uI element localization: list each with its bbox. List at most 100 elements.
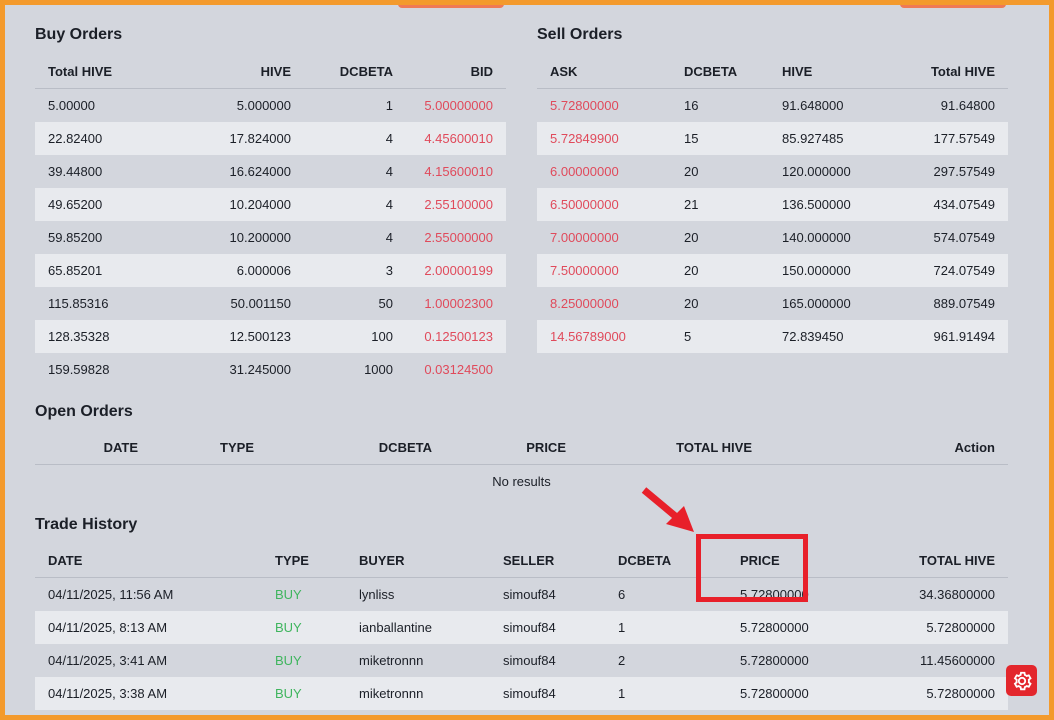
dcbeta-cell: 1: [385, 98, 393, 113]
bid-cell: 2.55100000: [424, 197, 493, 212]
buyer-cell: miketronnn: [359, 653, 424, 668]
bid-cell: 5.00000000: [424, 98, 493, 113]
hive-cell: 150.000000: [782, 263, 851, 278]
date-cell: 04/11/2025, 8:13 AM: [48, 620, 168, 635]
buy-orders-title: Buy Orders: [35, 26, 123, 43]
bid-cell: 0.12500123: [424, 329, 493, 344]
sell-orders-title: Sell Orders: [537, 26, 623, 43]
dcbeta-cell: 16: [684, 98, 699, 113]
table-row[interactable]: 59.85200 10.200000 4 2.55000000: [35, 221, 506, 254]
table-row[interactable]: 04/11/2025, 11:56 AM BUY lynliss simouf84 6 5…: [35, 578, 1008, 612]
table-row[interactable]: 7.50000000 20 150.000000 724.07549: [537, 254, 1008, 287]
price-cell: 5.72800000: [740, 686, 809, 701]
bid-cell: 2.00000199: [424, 263, 493, 278]
exchange-panel: Buy Orders Total HIVE HIVE DCBETA BID 5.…: [5, 5, 1049, 715]
hive-cell: 12.500123: [229, 329, 291, 344]
type-cell: BUY: [275, 587, 302, 602]
table-row[interactable]: 22.82400 17.824000 4 4.45600010: [35, 122, 506, 155]
total-hive-cell: 574.07549: [933, 230, 995, 245]
dcbeta-cell: 4: [385, 131, 393, 146]
total-hive-cell: 5.72800000: [926, 620, 995, 635]
dcbeta-cell: 21: [684, 197, 699, 212]
date-cell: 04/11/2025, 3:41 AM: [48, 653, 168, 668]
bid-cell: 4.45600010: [424, 131, 493, 146]
table-row[interactable]: 5.72800000 16 91.648000 91.64800: [537, 89, 1008, 123]
table-row[interactable]: 115.85316 50.001150 50 1.00002300: [35, 287, 506, 320]
col-dcbeta: DCBETA: [684, 64, 738, 79]
red-arrow-icon: [641, 487, 694, 532]
hive-cell: 31.245000: [229, 362, 291, 377]
trade-history-title: Trade History: [35, 516, 138, 533]
ask-cell: 5.72849900: [550, 131, 619, 146]
ask-cell: 6.50000000: [550, 197, 619, 212]
top-tab-buy[interactable]: [398, 5, 504, 8]
type-cell: BUY: [275, 620, 302, 635]
total-hive-cell: 5.00000: [48, 98, 95, 113]
col-type: TYPE: [220, 440, 254, 455]
col-type: TYPE: [275, 553, 309, 568]
table-row[interactable]: 5.00000 5.000000 1 5.00000000: [35, 89, 506, 123]
ask-cell: 8.25000000: [550, 296, 619, 311]
col-date: DATE: [48, 553, 83, 568]
top-tab-sell[interactable]: [900, 5, 1006, 8]
hive-cell: 6.000006: [236, 263, 291, 278]
col-date: DATE: [103, 440, 138, 455]
no-results-text: No results: [492, 474, 551, 489]
table-row[interactable]: 04/11/2025, 3:38 AM BUY miketronnn simouf84…: [35, 677, 1008, 710]
table-row[interactable]: 39.44800 16.624000 4 4.15600010: [35, 155, 506, 188]
dcbeta-cell: 4: [385, 230, 393, 245]
col-ask: ASK: [550, 64, 578, 79]
dcbeta-cell: 1: [618, 620, 626, 635]
total-hive-cell: 49.65200: [48, 197, 103, 212]
open-orders-title: Open Orders: [35, 403, 133, 420]
open-orders-table: DATE TYPE DCBETA PRICE TOTAL HIVE Action…: [35, 431, 1008, 498]
hive-cell: 5.000000: [236, 98, 291, 113]
buyer-cell: miketronnn: [359, 686, 424, 701]
dcbeta-cell: 50: [378, 296, 393, 311]
dcbeta-cell: 4: [385, 164, 393, 179]
total-hive-cell: 961.91494: [933, 329, 995, 344]
dcbeta-cell: 5: [684, 329, 692, 344]
date-cell: 04/11/2025, 11:56 AM: [48, 587, 174, 602]
table-row[interactable]: 7.00000000 20 140.000000 574.07549: [537, 221, 1008, 254]
price-highlight-box: [696, 534, 808, 602]
seller-cell: simouf84: [503, 587, 556, 602]
table-row[interactable]: 5.72849900 15 85.927485 177.57549: [537, 122, 1008, 155]
table-row[interactable]: 65.85201 6.000006 3 2.00000199: [35, 254, 506, 287]
gear-icon: [1013, 671, 1032, 690]
total-hive-cell: 177.57549: [933, 131, 995, 146]
col-total-hive: Total HIVE: [48, 64, 113, 79]
col-total-hive: Total HIVE: [930, 64, 995, 79]
total-hive-cell: 59.85200: [48, 230, 103, 245]
buy-orders-table: Total HIVE HIVE DCBETA BID 5.00000 5.0000…: [35, 55, 506, 386]
table-row[interactable]: 49.65200 10.204000 4 2.55100000: [35, 188, 506, 221]
table-row[interactable]: 14.56789000 5 72.839450 961.91494: [537, 320, 1008, 353]
settings-button[interactable]: [1006, 665, 1037, 696]
total-hive-cell: 11.45600000: [920, 653, 995, 668]
type-cell: BUY: [275, 653, 302, 668]
dcbeta-cell: 20: [684, 296, 699, 311]
table-row[interactable]: 8.25000000 20 165.000000 889.07549: [537, 287, 1008, 320]
dcbeta-cell: 20: [684, 230, 699, 245]
hive-cell: 165.000000: [782, 296, 851, 311]
price-cell: 5.72800000: [740, 620, 809, 635]
dcbeta-cell: 20: [684, 164, 699, 179]
col-bid: BID: [470, 64, 493, 79]
dcbeta-cell: 20: [684, 263, 699, 278]
col-seller: SELLER: [503, 553, 555, 568]
table-row[interactable]: 6.00000000 20 120.000000 297.57549: [537, 155, 1008, 188]
buyer-cell: lynliss: [359, 587, 395, 602]
bid-cell: 2.55000000: [424, 230, 493, 245]
table-row[interactable]: 128.35328 12.500123 100 0.12500123: [35, 320, 506, 353]
date-cell: 04/11/2025, 3:38 AM: [48, 686, 168, 701]
dcbeta-cell: 1: [618, 686, 626, 701]
type-cell: BUY: [275, 686, 302, 701]
table-row[interactable]: 159.59828 31.245000 1000 0.03124500: [35, 353, 506, 386]
table-row[interactable]: 04/11/2025, 8:13 AM BUY ianballantine simou…: [35, 611, 1008, 644]
col-price: PRICE: [526, 440, 566, 455]
total-hive-cell: 889.07549: [933, 296, 995, 311]
table-row[interactable]: 6.50000000 21 136.500000 434.07549: [537, 188, 1008, 221]
col-hive: HIVE: [260, 64, 291, 79]
table-row[interactable]: 04/11/2025, 3:41 AM BUY miketronnn simouf84…: [35, 644, 1008, 677]
hive-cell: 17.824000: [229, 131, 291, 146]
